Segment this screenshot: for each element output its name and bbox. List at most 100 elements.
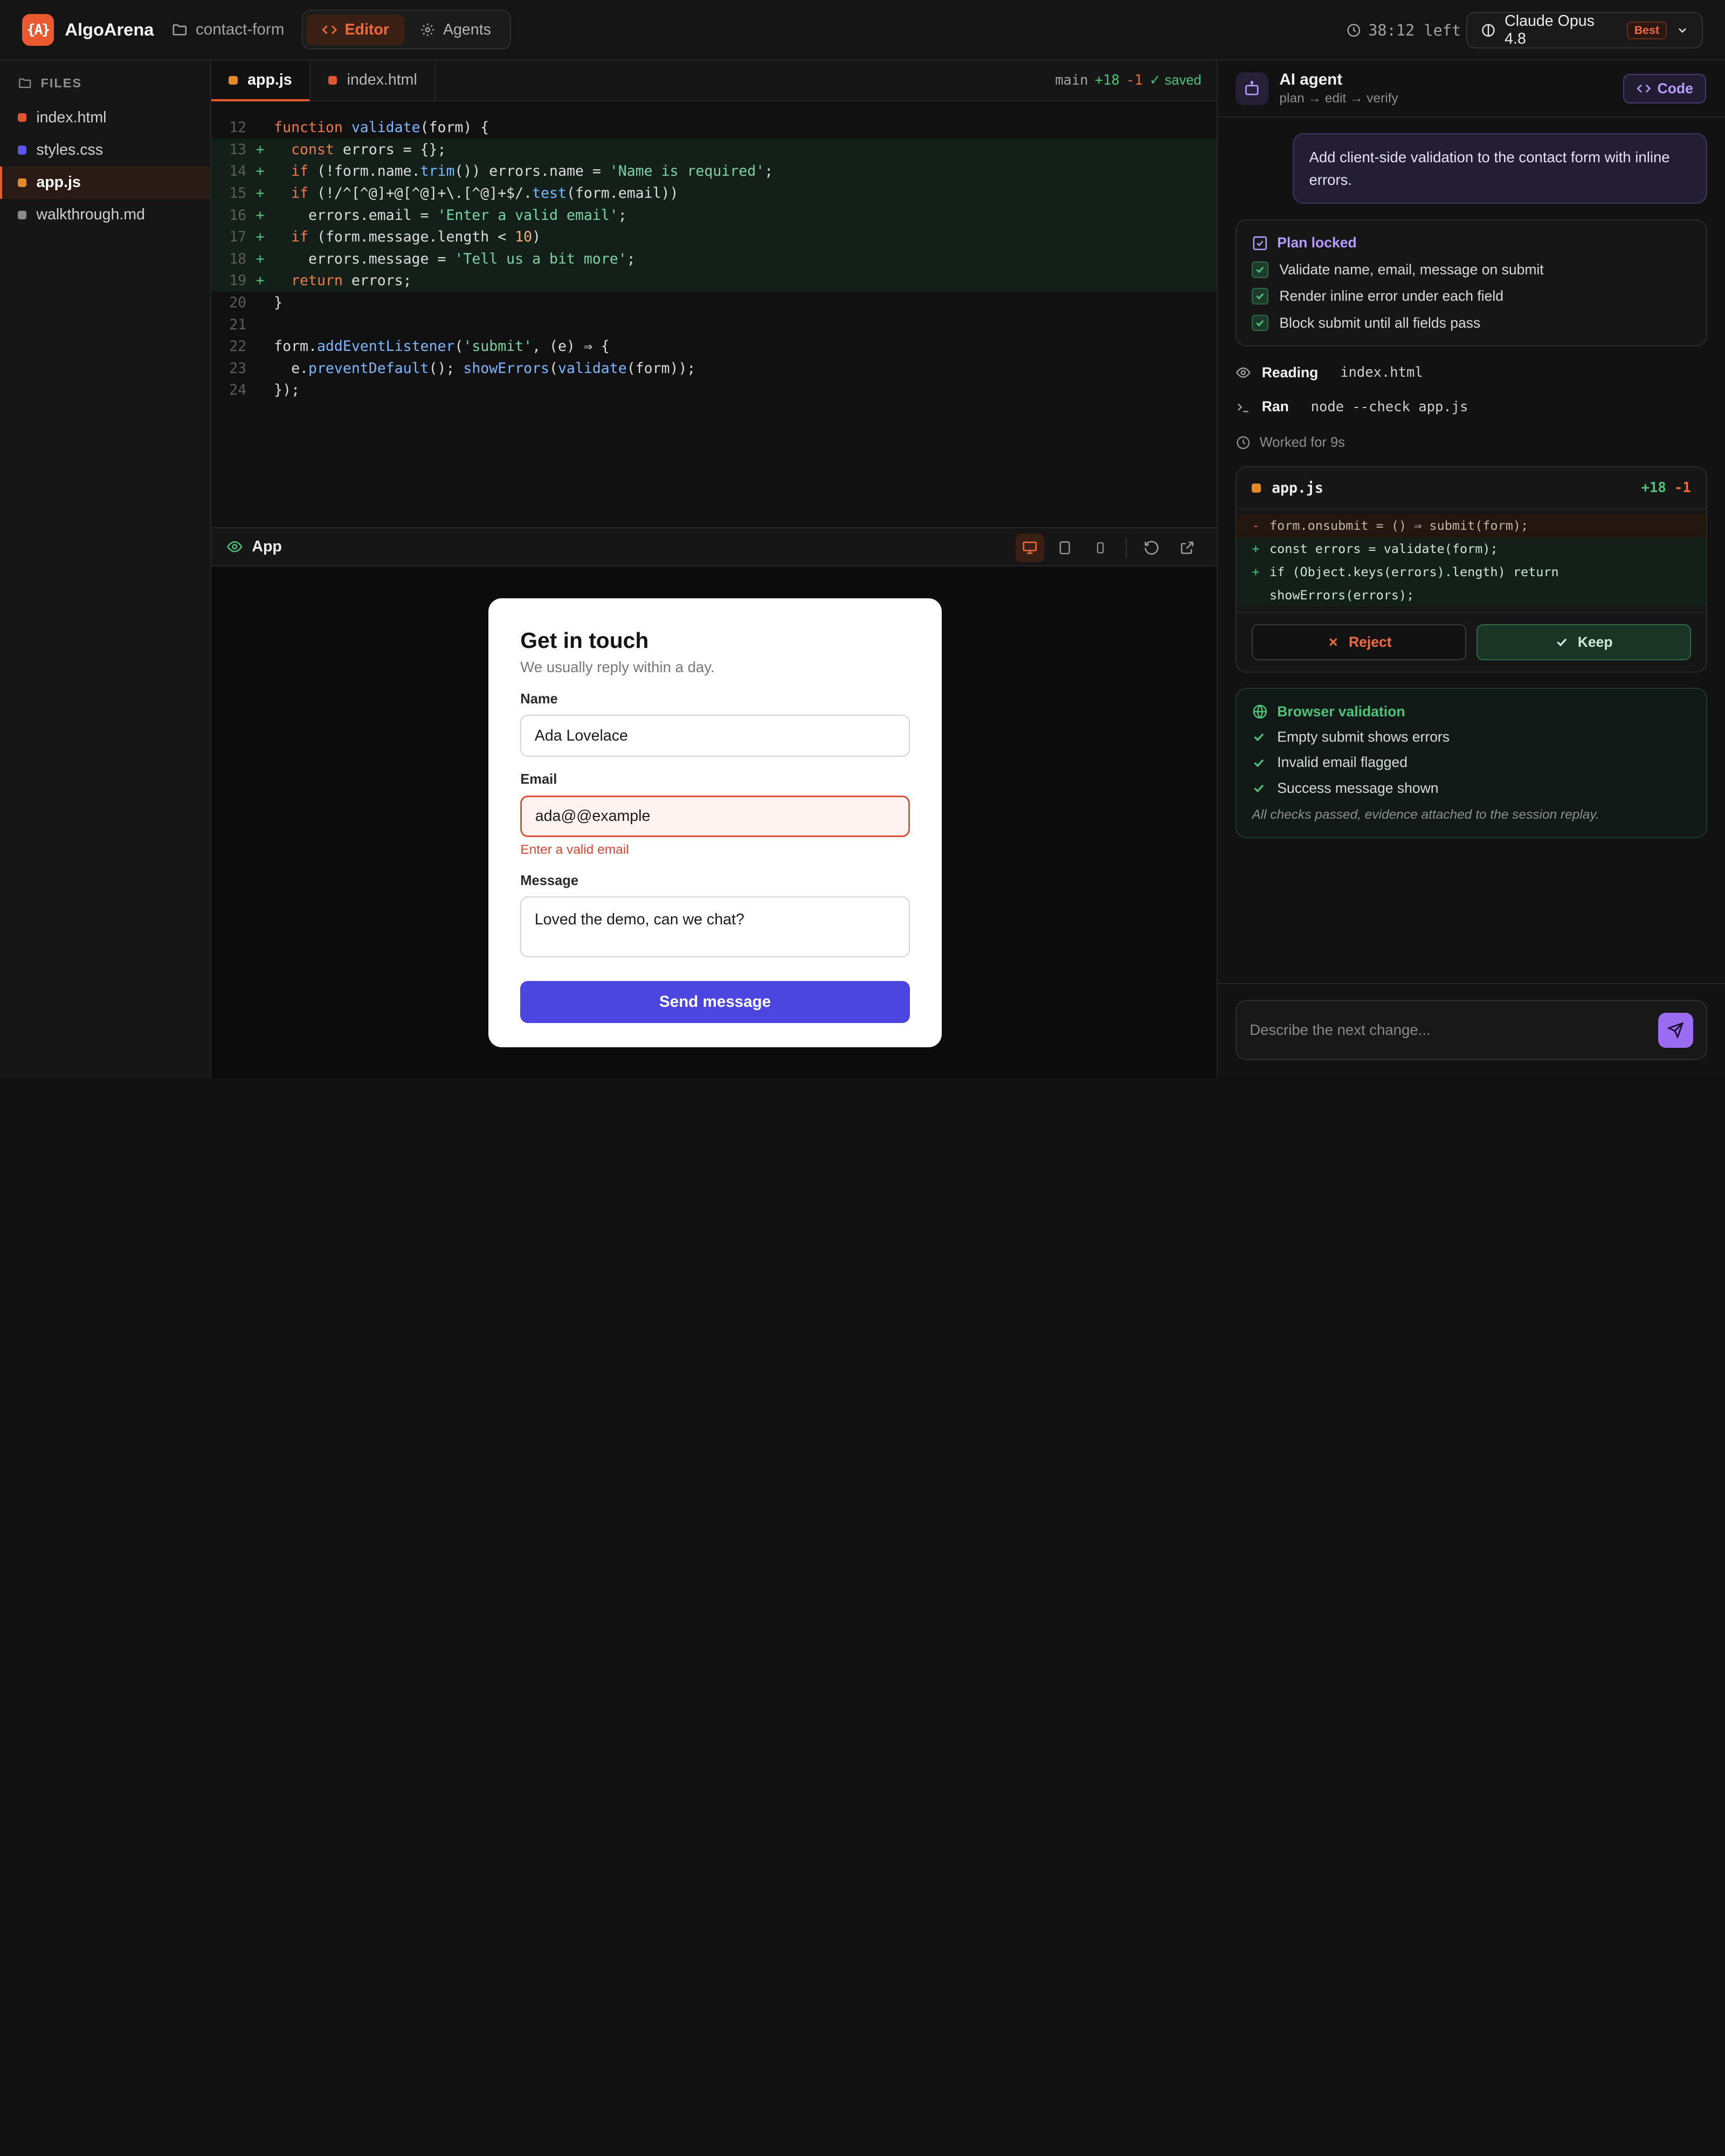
- tablet-view-button[interactable]: [1051, 534, 1079, 562]
- diff-line: - form.onsubmit = () ⇒ submit(form);: [1236, 514, 1707, 538]
- checklist-icon: [1253, 236, 1267, 250]
- line-number: 23: [229, 360, 247, 377]
- agent-header: AI agent plan → edit → verify Code: [1218, 60, 1725, 118]
- browser-validation-card: Browser validation Empty submit shows er…: [1235, 688, 1708, 838]
- name-input[interactable]: Ada Lovelace: [520, 715, 910, 757]
- sidebar-file-item[interactable]: app.js: [0, 166, 210, 199]
- checkbox-checked-icon: [1252, 314, 1268, 331]
- validation-item-text: Empty submit shows errors: [1277, 728, 1450, 745]
- user-message: Add client-side validation to the contac…: [1292, 133, 1708, 204]
- line-number: 12: [229, 119, 247, 136]
- ran-value: node --check app.js: [1310, 398, 1468, 415]
- send-prompt-button[interactable]: [1658, 1012, 1693, 1048]
- keep-button[interactable]: Keep: [1476, 624, 1691, 661]
- diff-deletions: -1: [1674, 480, 1691, 496]
- code-token: errors.message =: [274, 250, 455, 267]
- line-number: 13: [229, 141, 247, 158]
- agents-mode-button[interactable]: Agents: [405, 15, 507, 45]
- plan-item: Validate name, email, message on submit: [1252, 261, 1690, 278]
- file-name: styles.css: [36, 141, 104, 158]
- code-token: showErrors: [463, 360, 549, 377]
- code-icon: [1637, 84, 1651, 93]
- files-title: FILES: [40, 75, 82, 90]
- editor-tab[interactable]: index.html: [310, 60, 436, 100]
- tab-list: app.js index.html: [211, 60, 436, 101]
- code-token: const: [291, 141, 343, 158]
- file-type-icon: [17, 210, 26, 220]
- sidebar-file-item[interactable]: styles.css: [0, 134, 210, 166]
- validation-items: Empty submit shows errors Invalid email f…: [1252, 729, 1690, 797]
- code-line: 16 + errors.email = 'Enter a valid email'…: [211, 204, 1217, 226]
- check-icon: [1557, 638, 1567, 647]
- sidebar-file-item[interactable]: index.html: [0, 101, 210, 134]
- agents-icon: [421, 23, 434, 36]
- diff-marker: +: [256, 184, 265, 202]
- diff-line: + if (Object.keys(errors).length) return: [1236, 560, 1707, 584]
- mobile-view-button[interactable]: [1086, 534, 1114, 562]
- file-name: index.html: [36, 108, 107, 126]
- session-timer: 38:12 left: [1346, 0, 1461, 60]
- line-number: 24: [229, 382, 247, 399]
- validation-item: Success message shown: [1252, 780, 1690, 797]
- line-number: 19: [229, 272, 247, 289]
- code-token: addEventListener: [316, 338, 455, 355]
- validation-title: Browser validation: [1252, 703, 1690, 720]
- editor-tab[interactable]: app.js: [211, 60, 311, 101]
- diff-line-text: const errors = validate(form);: [1269, 541, 1498, 557]
- plan-item: Block submit until all fields pass: [1252, 315, 1690, 331]
- diff-line: + const errors = validate(form);: [1236, 537, 1707, 561]
- editor-mode-button[interactable]: Editor: [306, 14, 405, 45]
- code-token: if: [291, 184, 317, 202]
- email-label: Email: [520, 772, 557, 787]
- model-badge: Best: [1626, 21, 1667, 39]
- diff-marker: [1252, 587, 1269, 604]
- code-line: 15 + if (!/^[^@]+@[^@]+\.[^@]+$/.test(for…: [211, 182, 1217, 204]
- folder-icon: [172, 24, 187, 36]
- code-line: 24});: [211, 379, 1217, 402]
- code-token: preventDefault: [308, 360, 429, 377]
- desktop-view-button[interactable]: [1015, 533, 1044, 562]
- model-select[interactable]: Claude Opus 4.8 Best: [1466, 12, 1703, 49]
- code-line: 22 form.addEventListener('submit', (e) ⇒ …: [211, 335, 1217, 357]
- code-token: trim: [420, 163, 455, 180]
- code-token: if: [291, 163, 317, 180]
- email-input[interactable]: ada@@example: [520, 795, 910, 838]
- brand-name: AlgoArena: [65, 19, 154, 40]
- diff-line-text: if (Object.keys(errors).length) return: [1269, 564, 1559, 579]
- editor-tabs: app.js index.html main +18 -1 ✓ saved: [211, 60, 1217, 101]
- code-token: ()) errors.name =: [454, 163, 610, 180]
- diff-marker: +: [256, 229, 265, 246]
- validation-item-text: Invalid email flagged: [1277, 754, 1408, 771]
- code-token: validate: [557, 360, 627, 377]
- code-line: 17 + if (form.message.length < 10): [211, 226, 1217, 248]
- phone-icon: [1096, 542, 1104, 554]
- name-label: Name: [520, 692, 558, 707]
- editor-column: app.js index.html main +18 -1 ✓ saved 12 f…: [211, 60, 1218, 1078]
- diff-actions: Reject Keep: [1236, 612, 1707, 671]
- globe-icon: [1253, 704, 1267, 718]
- ran-label: Ran: [1261, 398, 1289, 415]
- close-icon: [1329, 638, 1337, 646]
- code-text: e.preventDefault(); showErrors(validate(…: [274, 360, 695, 377]
- code-toggle-button[interactable]: Code: [1623, 73, 1707, 103]
- code-token: , (e) ⇒ {: [532, 338, 610, 355]
- message-textarea[interactable]: Loved the demo, can we chat?: [520, 896, 910, 957]
- line-number: 20: [229, 294, 247, 311]
- clock-icon: [1347, 24, 1361, 37]
- prompt-input[interactable]: [1250, 1021, 1658, 1039]
- code-token: form.: [274, 338, 317, 355]
- agents-mode-label: Agents: [443, 20, 491, 38]
- project-breadcrumb[interactable]: contact-form: [171, 20, 284, 39]
- send-message-button[interactable]: Send message: [520, 981, 910, 1023]
- code-editor[interactable]: 12 function validate(form) {13 + const err…: [211, 101, 1217, 527]
- reload-button[interactable]: [1137, 534, 1166, 562]
- sidebar-file-item[interactable]: walkthrough.md: [0, 199, 210, 231]
- reject-button[interactable]: Reject: [1252, 624, 1467, 661]
- worked-text: Worked for 9s: [1259, 435, 1345, 451]
- code-text: form.addEventListener('submit', (e) ⇒ {: [274, 338, 610, 355]
- eye-icon: [1236, 367, 1251, 378]
- reject-label: Reject: [1348, 634, 1392, 651]
- open-external-button[interactable]: [1173, 534, 1202, 562]
- code-button-label: Code: [1657, 80, 1693, 96]
